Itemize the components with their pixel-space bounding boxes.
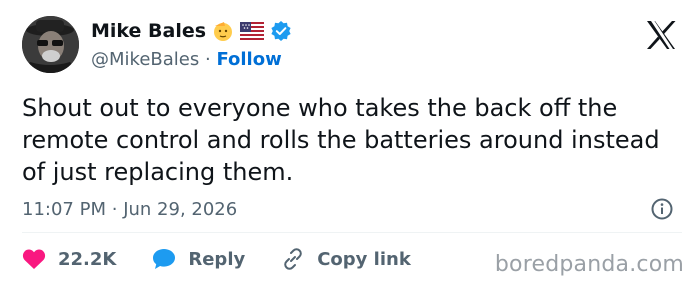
tweet-actions: 22.2K Reply Copy link [22, 248, 411, 270]
watermark: boredpanda.com [494, 252, 684, 277]
author-handle[interactable]: @MikeBales [91, 49, 199, 70]
author-name[interactable]: Mike Bales [91, 20, 206, 42]
info-icon[interactable] [651, 198, 673, 220]
copy-link-label: Copy link [317, 248, 411, 270]
likes-count: 22.2K [58, 248, 117, 270]
saluting-face-emoji-icon [212, 20, 234, 42]
tweet-text: Shout out to everyone who takes the back… [22, 94, 660, 186]
tweet-timestamp[interactable]: 11:07 PM · Jun 29, 2026 [22, 199, 237, 220]
us-flag-emoji-icon [240, 22, 265, 40]
handle-row: @MikeBales · Follow [91, 49, 282, 70]
timestamp-separator: · [111, 199, 118, 220]
verified-badge-icon[interactable] [270, 20, 292, 42]
reply-label: Reply [188, 248, 246, 270]
author-name-row: Mike Bales [91, 20, 292, 42]
tweet-time: 11:07 PM [22, 199, 106, 220]
follow-button[interactable]: Follow [216, 49, 281, 70]
divider [22, 232, 682, 233]
tweet-date: Jun 29, 2026 [123, 199, 238, 220]
link-icon [284, 248, 302, 270]
handle-separator: · [204, 49, 211, 70]
speech-bubble-icon [153, 249, 176, 269]
heart-icon [22, 249, 46, 269]
avatar[interactable] [22, 16, 79, 73]
x-logo-icon[interactable] [645, 20, 677, 50]
like-button[interactable]: 22.2K [22, 248, 116, 270]
reply-button[interactable]: Reply [152, 248, 245, 270]
copy-link-button[interactable]: Copy link [281, 248, 411, 270]
